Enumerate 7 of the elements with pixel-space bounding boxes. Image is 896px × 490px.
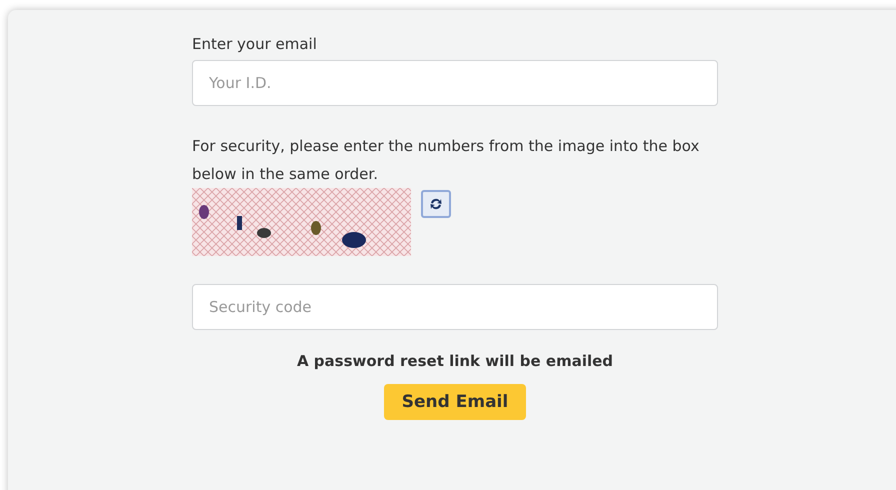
security-code-field[interactable]: Security code bbox=[192, 284, 718, 330]
security-instructions: For security, please enter the numbers from the image into the box below in the same order. bbox=[192, 136, 700, 185]
refresh-icon[interactable] bbox=[421, 190, 451, 218]
send-email-button[interactable]: Send Email bbox=[384, 384, 526, 420]
reset-notice: A password reset link will be emailed bbox=[296, 352, 614, 370]
email-label: Enter your email bbox=[192, 34, 318, 54]
email-field[interactable]: Your I.D. bbox=[192, 60, 718, 106]
